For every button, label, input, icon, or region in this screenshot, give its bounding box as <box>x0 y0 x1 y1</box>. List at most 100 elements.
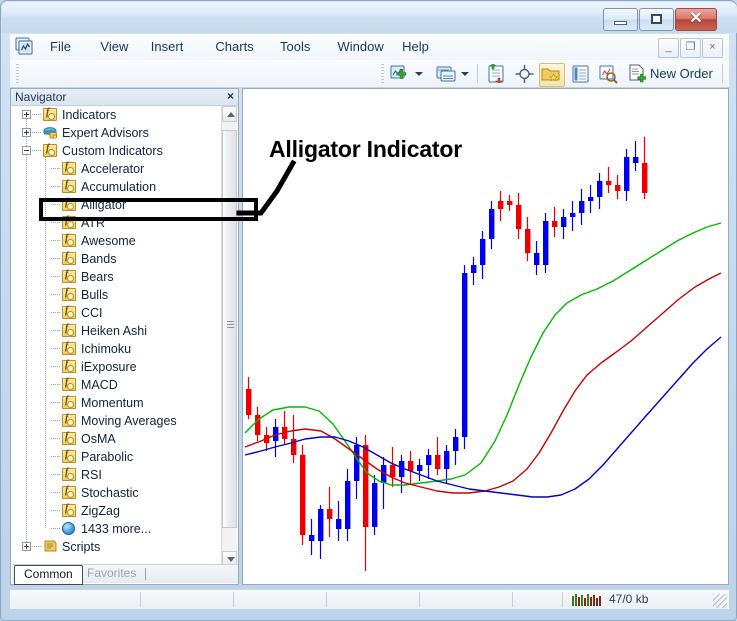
candle <box>246 377 252 419</box>
candle <box>354 437 360 499</box>
expand-plus-icon[interactable] <box>22 128 31 137</box>
close-button[interactable]: ✕ <box>675 8 717 31</box>
expand-plus-icon[interactable] <box>22 110 31 119</box>
tab-common[interactable]: Common <box>14 565 83 585</box>
tree-item-label: OsMA <box>81 432 116 446</box>
new-chart-dropdown-arrow[interactable] <box>415 72 423 77</box>
annotation-text: Alligator Indicator <box>269 136 462 162</box>
navigator-tabs: Common Favorites <box>12 564 238 585</box>
candle <box>336 501 342 541</box>
strategy-tester-icon[interactable] <box>598 64 619 84</box>
navigator-close-icon[interactable]: × <box>227 89 234 103</box>
toolbar-separator <box>477 64 478 83</box>
menu-item-view[interactable]: View <box>93 38 135 56</box>
candle <box>327 487 333 537</box>
tree-item-osma[interactable]: OsMA <box>12 430 222 448</box>
new-order-icon[interactable] <box>627 64 648 84</box>
tree-item-moving-averages[interactable]: Moving Averages <box>12 412 222 430</box>
candle <box>390 447 396 487</box>
profiles-dropdown-arrow[interactable] <box>461 72 469 77</box>
tree-item-parabolic[interactable]: Parabolic <box>12 448 222 466</box>
script-icon <box>44 540 57 552</box>
tree-item-bands[interactable]: Bands <box>12 250 222 268</box>
function-icon <box>62 431 76 445</box>
navigator-tree[interactable]: Indicators Expert Advisors Custom Indicato… <box>12 106 222 567</box>
candle <box>534 241 540 275</box>
tree-item-label: Scripts <box>62 540 101 554</box>
tree-connector-dash <box>51 258 60 259</box>
tree-item-atr[interactable]: ATR <box>12 214 222 232</box>
function-icon <box>62 233 76 247</box>
candle <box>273 419 279 457</box>
new-order-label[interactable]: New Order <box>650 66 713 81</box>
tree-item-cci[interactable]: CCI <box>12 304 222 322</box>
function-icon <box>62 449 76 463</box>
candle <box>417 459 423 481</box>
maximize-icon <box>651 14 662 24</box>
tree-item-heiken-ashi[interactable]: Heiken Ashi <box>12 322 222 340</box>
tree-item-indicators[interactable]: Indicators <box>12 106 222 124</box>
tree-item-custom-indicators[interactable]: Custom Indicators <box>12 142 222 160</box>
resize-grip-icon[interactable] <box>713 594 727 608</box>
tree-item-1433-more[interactable]: 1433 more... <box>12 520 222 538</box>
mdi-minimize-button[interactable]: _ <box>658 38 679 58</box>
tree-item-accumulation[interactable]: Accumulation <box>12 178 222 196</box>
tree-item-iexposure[interactable]: iExposure <box>12 358 222 376</box>
menu-item-insert[interactable]: Insert <box>144 38 191 56</box>
menu-item-file[interactable]: File <box>43 38 78 56</box>
menu-item-help[interactable]: Help <box>395 38 436 56</box>
minimize-button[interactable] <box>603 8 638 31</box>
function-icon <box>62 359 76 373</box>
candle <box>345 469 351 541</box>
tree-item-scripts[interactable]: Scripts <box>12 538 222 556</box>
menu-item-window[interactable]: Window <box>331 38 391 56</box>
candle <box>408 451 414 485</box>
tree-item-zigzag[interactable]: ZigZag <box>12 502 222 520</box>
tree-connector-dash <box>51 402 60 403</box>
terminal-icon[interactable] <box>570 64 591 84</box>
tree-item-expert-advisors[interactable]: Expert Advisors <box>12 124 222 142</box>
tab-favorites[interactable]: Favorites <box>78 565 145 583</box>
candle <box>255 407 261 441</box>
mdi-restore-button[interactable]: ❐ <box>680 38 701 58</box>
profiles-icon[interactable] <box>436 64 457 84</box>
tree-item-ichimoku[interactable]: Ichimoku <box>12 340 222 358</box>
tree-item-rsi[interactable]: RSI <box>12 466 222 484</box>
new-chart-icon[interactable] <box>390 64 411 84</box>
navigator-icon[interactable] <box>541 64 562 84</box>
tree-item-bulls[interactable]: Bulls <box>12 286 222 304</box>
mdi-close-button[interactable]: × <box>702 38 723 58</box>
crosshair-icon[interactable] <box>514 64 535 84</box>
tree-item-momentum[interactable]: Momentum <box>12 394 222 412</box>
function-icon <box>62 485 76 499</box>
candle <box>624 149 630 201</box>
candle <box>507 195 513 211</box>
tree-item-accelerator[interactable]: Accelerator <box>12 160 222 178</box>
maximize-button[interactable] <box>639 8 674 31</box>
toolbar-grip-2[interactable] <box>381 64 384 83</box>
market-watch-icon[interactable] <box>486 64 507 84</box>
expert-advisor-icon <box>43 127 57 139</box>
function-icon <box>62 395 76 409</box>
tree-item-macd[interactable]: MACD <box>12 376 222 394</box>
menu-item-charts[interactable]: Charts <box>208 38 260 56</box>
toolbar-grip[interactable] <box>16 64 19 83</box>
tree-connector-dash <box>51 420 60 421</box>
menu-item-tools[interactable]: Tools <box>273 38 317 56</box>
collapse-minus-icon[interactable] <box>22 146 31 155</box>
candle <box>543 213 549 273</box>
application-window: ✕ File View Insert Charts Tools Window Help _ ❐ × <box>0 0 737 621</box>
scroll-up-button[interactable] <box>222 106 237 122</box>
tree-item-alligator[interactable]: Alligator <box>12 196 222 214</box>
tree-item-bears[interactable]: Bears <box>12 268 222 286</box>
tree-item-awesome[interactable]: Awesome <box>12 232 222 250</box>
expand-plus-icon[interactable] <box>22 542 31 551</box>
tree-connector-dash <box>51 294 60 295</box>
status-separator <box>140 592 141 607</box>
tree-item-label: ATR <box>81 216 106 230</box>
navigator-scrollbar[interactable] <box>221 106 237 567</box>
tree-connector-dash <box>51 438 60 439</box>
scrollbar-thumb[interactable] <box>222 130 237 528</box>
tree-item-stochastic[interactable]: Stochastic <box>12 484 222 502</box>
status-bar: 47/0 kb <box>10 589 729 609</box>
